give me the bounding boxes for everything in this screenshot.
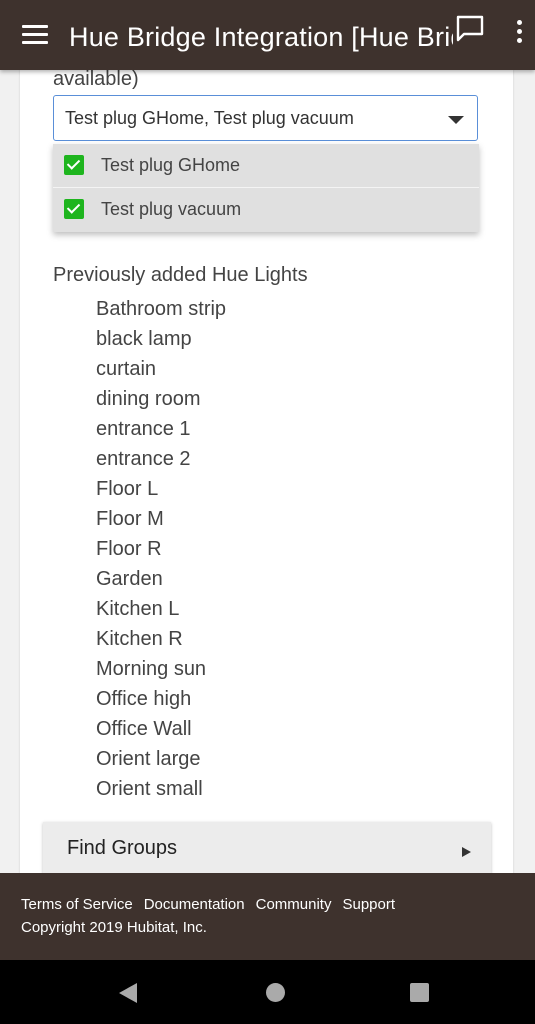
plug-option[interactable]: Test plug GHome bbox=[53, 144, 479, 188]
plugs-available-text: available) bbox=[53, 68, 139, 90]
menu-icon[interactable] bbox=[22, 25, 48, 45]
chevron-down-icon bbox=[448, 116, 464, 124]
terms-link[interactable]: Terms of Service bbox=[21, 896, 133, 913]
previous-lights-heading: Previously added Hue Lights bbox=[53, 264, 308, 286]
light-item: black lamp bbox=[96, 328, 192, 350]
light-item: Orient large bbox=[96, 748, 201, 770]
community-link[interactable]: Community bbox=[256, 896, 332, 913]
light-item: Bathroom strip bbox=[96, 298, 227, 320]
nav-back-icon[interactable] bbox=[119, 983, 137, 1003]
copyright-text: Copyright 2019 Hubitat, Inc. bbox=[21, 919, 207, 936]
documentation-link[interactable]: Documentation bbox=[144, 896, 245, 913]
chevron-right-icon bbox=[462, 847, 471, 857]
checkbox-checked-icon[interactable] bbox=[64, 199, 84, 219]
checkbox-checked-icon[interactable] bbox=[64, 155, 84, 175]
light-item: Kitchen L bbox=[96, 598, 180, 620]
page-title: Hue Bridge Integration [Hue Bridge] bbox=[69, 22, 453, 52]
light-item: dining room bbox=[96, 388, 201, 410]
footer-links: Terms of Service Documentation Community Su… bbox=[21, 896, 406, 913]
light-item: entrance 1 bbox=[96, 418, 191, 440]
plug-option[interactable]: Test plug vacuum bbox=[53, 188, 479, 231]
light-item: Morning sun bbox=[96, 658, 207, 680]
plug-select-value: Test plug GHome, Test plug vacuum bbox=[65, 108, 354, 128]
plug-dropdown: Test plug GHome Test plug vacuum bbox=[53, 144, 479, 232]
light-item: Office Wall bbox=[96, 718, 192, 740]
light-item: Kitchen R bbox=[96, 628, 183, 650]
light-item: Floor M bbox=[96, 508, 164, 530]
light-item: Office high bbox=[96, 688, 192, 710]
light-item: curtain bbox=[96, 358, 157, 380]
find-groups-label: Find Groups bbox=[67, 837, 178, 859]
light-item: Floor R bbox=[96, 538, 162, 560]
light-item: entrance 2 bbox=[96, 448, 191, 470]
chat-icon[interactable] bbox=[455, 14, 485, 44]
plug-option-label: Test plug vacuum bbox=[101, 199, 242, 219]
app-bar: Hue Bridge Integration [Hue Bridge] bbox=[0, 0, 535, 70]
light-item: Floor L bbox=[96, 478, 159, 500]
plug-option-label: Test plug GHome bbox=[101, 155, 241, 175]
nav-home-icon[interactable] bbox=[266, 983, 285, 1002]
light-item: Garden bbox=[96, 568, 163, 590]
find-groups-button[interactable]: Find Groups bbox=[43, 822, 491, 876]
support-link[interactable]: Support bbox=[342, 896, 395, 913]
light-item: Orient small bbox=[96, 778, 203, 800]
more-vert-icon[interactable] bbox=[513, 20, 525, 48]
nav-recents-icon[interactable] bbox=[410, 983, 429, 1002]
previous-lights-list: Bathroom strip black lamp curtain dining… bbox=[96, 294, 226, 804]
plug-select[interactable]: Test plug GHome, Test plug vacuum bbox=[53, 95, 478, 141]
footer: Terms of Service Documentation Community Su… bbox=[0, 873, 535, 960]
